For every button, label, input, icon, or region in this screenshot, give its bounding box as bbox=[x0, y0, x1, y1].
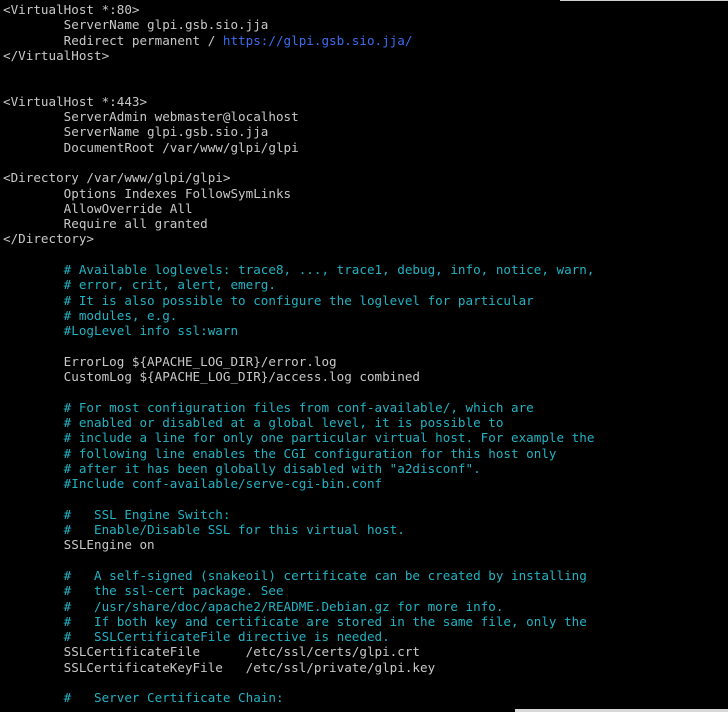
comment-line: # the ssl-cert package. See bbox=[3, 583, 728, 598]
comment-line: # A self-signed (snakeoil) certificate c… bbox=[3, 568, 728, 583]
line-text: # Available loglevels: trace8, ..., trac… bbox=[3, 262, 595, 278]
line-text: ErrorLog ${APACHE_LOG_DIR}/error.log bbox=[3, 353, 337, 369]
line-text: SSLCertificateFile /etc/ssl/certs/glpi.c… bbox=[3, 644, 421, 660]
code-line: AllowOverride All bbox=[3, 201, 728, 216]
line-text: ServerAdmin webmaster@localhost bbox=[3, 109, 299, 125]
line-text: # SSLCertificateFile directive is needed… bbox=[3, 629, 390, 645]
line-text: # modules, e.g. bbox=[3, 307, 178, 323]
comment-line: #Include conf-available/serve-cgi-bin.co… bbox=[3, 476, 728, 491]
comment-line: # SSL Engine Switch: bbox=[3, 507, 728, 522]
comment-line: # following line enables the CGI configu… bbox=[3, 446, 728, 461]
line-text: # the ssl-cert package. See bbox=[3, 583, 284, 599]
comment-line: # If both key and certificate are stored… bbox=[3, 614, 728, 629]
line-text: # Enable/Disable SSL for this virtual ho… bbox=[3, 522, 405, 538]
code-line: </Directory> bbox=[3, 231, 728, 246]
line-text: </Directory> bbox=[3, 231, 94, 247]
code-line: </VirtualHost> bbox=[3, 48, 728, 63]
code-line: Redirect permanent / https://glpi.gsb.si… bbox=[3, 33, 728, 48]
line-text: #LogLevel info ssl:warn bbox=[3, 323, 239, 339]
code-line: SSLEngine on bbox=[3, 537, 728, 552]
code-line: <VirtualHost *:443> bbox=[3, 94, 728, 109]
code-line: ServerName glpi.gsb.sio.jja bbox=[3, 124, 728, 139]
line-text: # For most configuration files from conf… bbox=[3, 399, 534, 415]
line-text: ServerName glpi.gsb.sio.jja bbox=[3, 17, 269, 33]
comment-line: # after it has been globally disabled wi… bbox=[3, 461, 728, 476]
window-top-edge bbox=[560, 0, 728, 1]
line-text: # include a line for only one particular… bbox=[3, 430, 595, 446]
code-line: ServerName glpi.gsb.sio.jja bbox=[3, 17, 728, 32]
line-text: # A self-signed (snakeoil) certificate c… bbox=[3, 567, 587, 583]
comment-line: # SSLCertificateFile directive is needed… bbox=[3, 629, 728, 644]
comment-line: # Server Certificate Chain: bbox=[3, 690, 728, 705]
line-text: # enabled or disabled at a global level,… bbox=[3, 415, 504, 431]
code-line: SSLCertificateKeyFile /etc/ssl/private/g… bbox=[3, 660, 728, 675]
comment-line: #LogLevel info ssl:warn bbox=[3, 323, 728, 338]
code-line: Options Indexes FollowSymLinks bbox=[3, 186, 728, 201]
comment-line: # Available loglevels: trace8, ..., trac… bbox=[3, 262, 728, 277]
line-text: AllowOverride All bbox=[3, 200, 193, 216]
line-text: <Directory /var/www/glpi/glpi> bbox=[3, 170, 231, 186]
comment-line: # For most configuration files from conf… bbox=[3, 400, 728, 415]
code-line: CustomLog ${APACHE_LOG_DIR}/access.log c… bbox=[3, 369, 728, 384]
line-text: # SSL Engine Switch: bbox=[3, 506, 231, 522]
code-line: Require all granted bbox=[3, 216, 728, 231]
comment-line: # enabled or disabled at a global level,… bbox=[3, 415, 728, 430]
line-text: # It is also possible to configure the l… bbox=[3, 292, 534, 308]
comment-line: # include a line for only one particular… bbox=[3, 430, 728, 445]
comment-line: # /usr/share/doc/apache2/README.Debian.g… bbox=[3, 599, 728, 614]
line-text: # following line enables the CGI configu… bbox=[3, 445, 557, 461]
comment-line: # modules, e.g. bbox=[3, 308, 728, 323]
line-text: CustomLog ${APACHE_LOG_DIR}/access.log c… bbox=[3, 369, 421, 385]
line-text: </VirtualHost> bbox=[3, 47, 110, 63]
terminal-window[interactable]: <VirtualHost *:80> ServerName glpi.gsb.s… bbox=[0, 0, 728, 712]
comment-line: # Enable/Disable SSL for this virtual ho… bbox=[3, 522, 728, 537]
line-text: ServerName glpi.gsb.sio.jja bbox=[3, 124, 269, 140]
line-text: Redirect permanent / bbox=[3, 32, 223, 48]
line-text: # Server Certificate Chain: bbox=[3, 690, 284, 706]
comment-line: # error, crit, alert, emerg. bbox=[3, 277, 728, 292]
redirect-url-link[interactable]: https://glpi.gsb.sio.jja/ bbox=[223, 33, 413, 48]
code-line: DocumentRoot /var/www/glpi/glpi bbox=[3, 140, 728, 155]
line-text: SSLCertificateKeyFile /etc/ssl/private/g… bbox=[3, 659, 436, 675]
line-text: SSLEngine on bbox=[3, 537, 155, 553]
editor-text-area[interactable]: <VirtualHost *:80> ServerName glpi.gsb.s… bbox=[3, 2, 728, 706]
line-text: # after it has been globally disabled wi… bbox=[3, 460, 481, 476]
code-line: SSLCertificateFile /etc/ssl/certs/glpi.c… bbox=[3, 644, 728, 659]
code-line: <Directory /var/www/glpi/glpi> bbox=[3, 170, 728, 185]
line-text: # error, crit, alert, emerg. bbox=[3, 277, 276, 293]
line-text: #Include conf-available/serve-cgi-bin.co… bbox=[3, 476, 383, 492]
line-text: Require all granted bbox=[3, 216, 208, 232]
line-text: DocumentRoot /var/www/glpi/glpi bbox=[3, 139, 299, 155]
line-text: # If both key and certificate are stored… bbox=[3, 613, 587, 629]
code-line: ErrorLog ${APACHE_LOG_DIR}/error.log bbox=[3, 354, 728, 369]
code-line: ServerAdmin webmaster@localhost bbox=[3, 109, 728, 124]
line-text: Options Indexes FollowSymLinks bbox=[3, 185, 292, 201]
line-text: <VirtualHost *:80> bbox=[3, 2, 140, 17]
code-line: <VirtualHost *:80> bbox=[3, 2, 728, 17]
line-text: <VirtualHost *:443> bbox=[3, 93, 148, 109]
comment-line: # It is also possible to configure the l… bbox=[3, 293, 728, 308]
line-text: # /usr/share/doc/apache2/README.Debian.g… bbox=[3, 598, 504, 614]
